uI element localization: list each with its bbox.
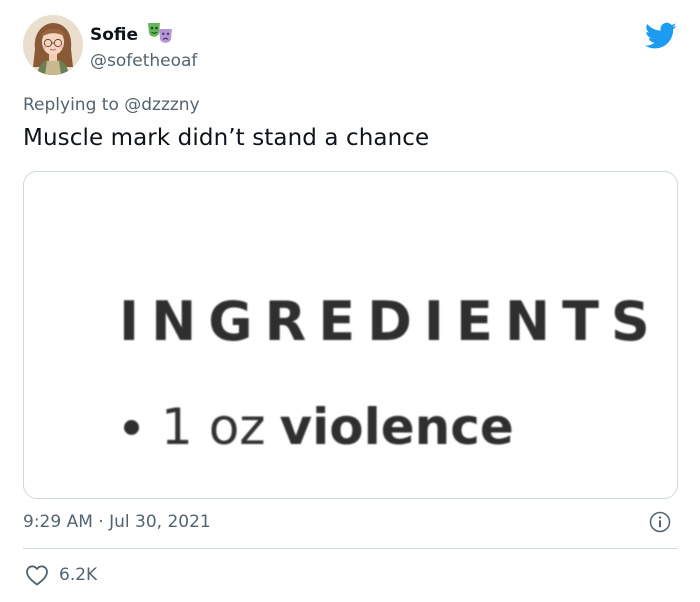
media-bullet-quantity: 1 oz xyxy=(161,398,266,456)
reply-context: Replying to @dzzzny xyxy=(23,95,200,115)
reply-mention-link[interactable]: @dzzzny xyxy=(124,95,199,115)
bullet-icon xyxy=(124,419,139,435)
tweet-timestamp[interactable]: 9:29 AM · Jul 30, 2021 xyxy=(23,512,211,532)
media-heading: INGREDIENTS xyxy=(119,290,662,353)
author-handle[interactable]: @sofetheoaf xyxy=(90,51,197,71)
divider xyxy=(23,548,678,549)
like-count: 6.2K xyxy=(59,565,98,585)
avatar[interactable] xyxy=(23,15,83,75)
reply-prefix: Replying to xyxy=(23,95,125,115)
heart-icon[interactable] xyxy=(25,564,49,586)
tweet-text: Muscle mark didn’t stand a chance xyxy=(23,125,430,151)
author-display-name[interactable]: Sofie xyxy=(90,25,138,45)
info-icon[interactable] xyxy=(649,511,671,533)
theater-masks-icon xyxy=(146,21,174,49)
media-bullet-item: violence xyxy=(279,398,514,456)
author-name-row: Sofie xyxy=(90,21,174,49)
tweet-media-image[interactable]: INGREDIENTS 1 oz violence xyxy=(23,171,678,499)
like-action[interactable]: 6.2K xyxy=(25,564,97,586)
twitter-bird-icon[interactable] xyxy=(645,22,677,50)
media-bullet-row: 1 oz violence xyxy=(124,398,514,456)
tweet-card: Sofie @sofetheoaf Replying to @dzzzny Mu… xyxy=(0,0,700,602)
